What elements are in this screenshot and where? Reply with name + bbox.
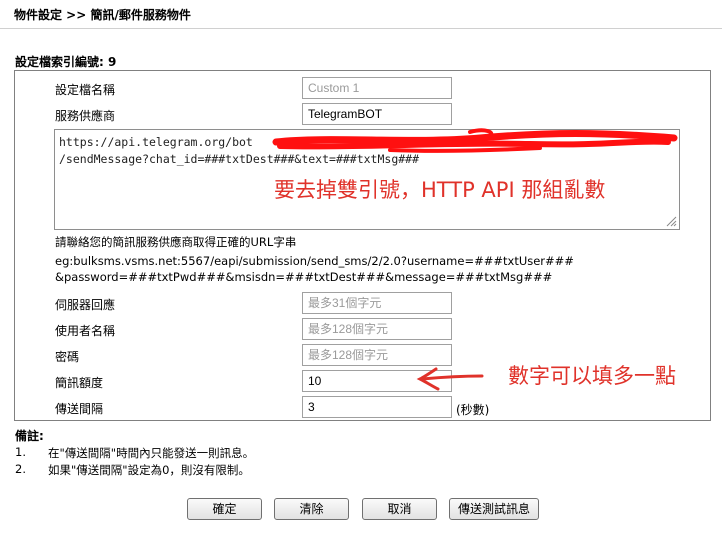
provider-label: 服務供應商 [55, 109, 116, 123]
quota-label: 簡訊額度 [55, 376, 104, 390]
username-label: 使用者名稱 [55, 324, 116, 338]
username-input[interactable]: 最多128個字元 [302, 318, 452, 340]
notes-title: 備註: [15, 429, 44, 443]
url-hint-line-2: eg:bulksms.vsms.net:5567/eapi/submission… [55, 254, 574, 268]
title-divider [0, 28, 722, 29]
resize-grip-icon[interactable] [665, 215, 677, 227]
interval-input[interactable]: 3 [302, 396, 452, 418]
server-response-input[interactable]: 最多31個字元 [302, 292, 452, 314]
note-text: 在"傳送間隔"時間內只能發送一則訊息。 [48, 446, 255, 460]
page-title: 物件設定 >> 簡訊/郵件服務物件 [14, 8, 191, 22]
quote-annotation: 要去掉雙引號，HTTP API 那組亂數 [274, 178, 606, 202]
profile-index: 設定檔索引編號: 9 [15, 53, 116, 70]
profile-name-input[interactable]: Custom 1 [302, 77, 452, 99]
url-hint-line-3: &password=###txtPwd###&msisdn=###txtDest… [55, 270, 553, 284]
server-response-label: 伺服器回應 [55, 298, 116, 312]
quota-annotation: 數字可以填多一點 [508, 364, 676, 388]
cancel-button[interactable]: 取消 [362, 498, 437, 520]
clear-button[interactable]: 清除 [274, 498, 349, 520]
provider-input[interactable]: TelegramBOT [302, 103, 452, 125]
note-number: 2. [15, 462, 26, 476]
note-text: 如果"傳送間隔"設定為0，則沒有限制。 [48, 463, 250, 477]
interval-label: 傳送間隔 [55, 402, 104, 416]
profile-index-label: 設定檔索引編號: [15, 55, 104, 69]
interval-unit: (秒數) [456, 403, 490, 417]
profile-index-value: 9 [108, 55, 117, 69]
password-label: 密碼 [55, 350, 80, 364]
password-input[interactable]: 最多128個字元 [302, 344, 452, 366]
redaction-scribble [272, 128, 678, 153]
send-test-button[interactable]: 傳送測試訊息 [449, 498, 539, 520]
note-number: 1. [15, 445, 26, 459]
profile-name-label: 設定檔名稱 [55, 83, 116, 97]
arrow-left-icon [416, 367, 484, 391]
ok-button[interactable]: 確定 [187, 498, 262, 520]
url-hint-line-1: 請聯絡您的簡訊服務供應商取得正確的URL字串 [55, 235, 297, 249]
